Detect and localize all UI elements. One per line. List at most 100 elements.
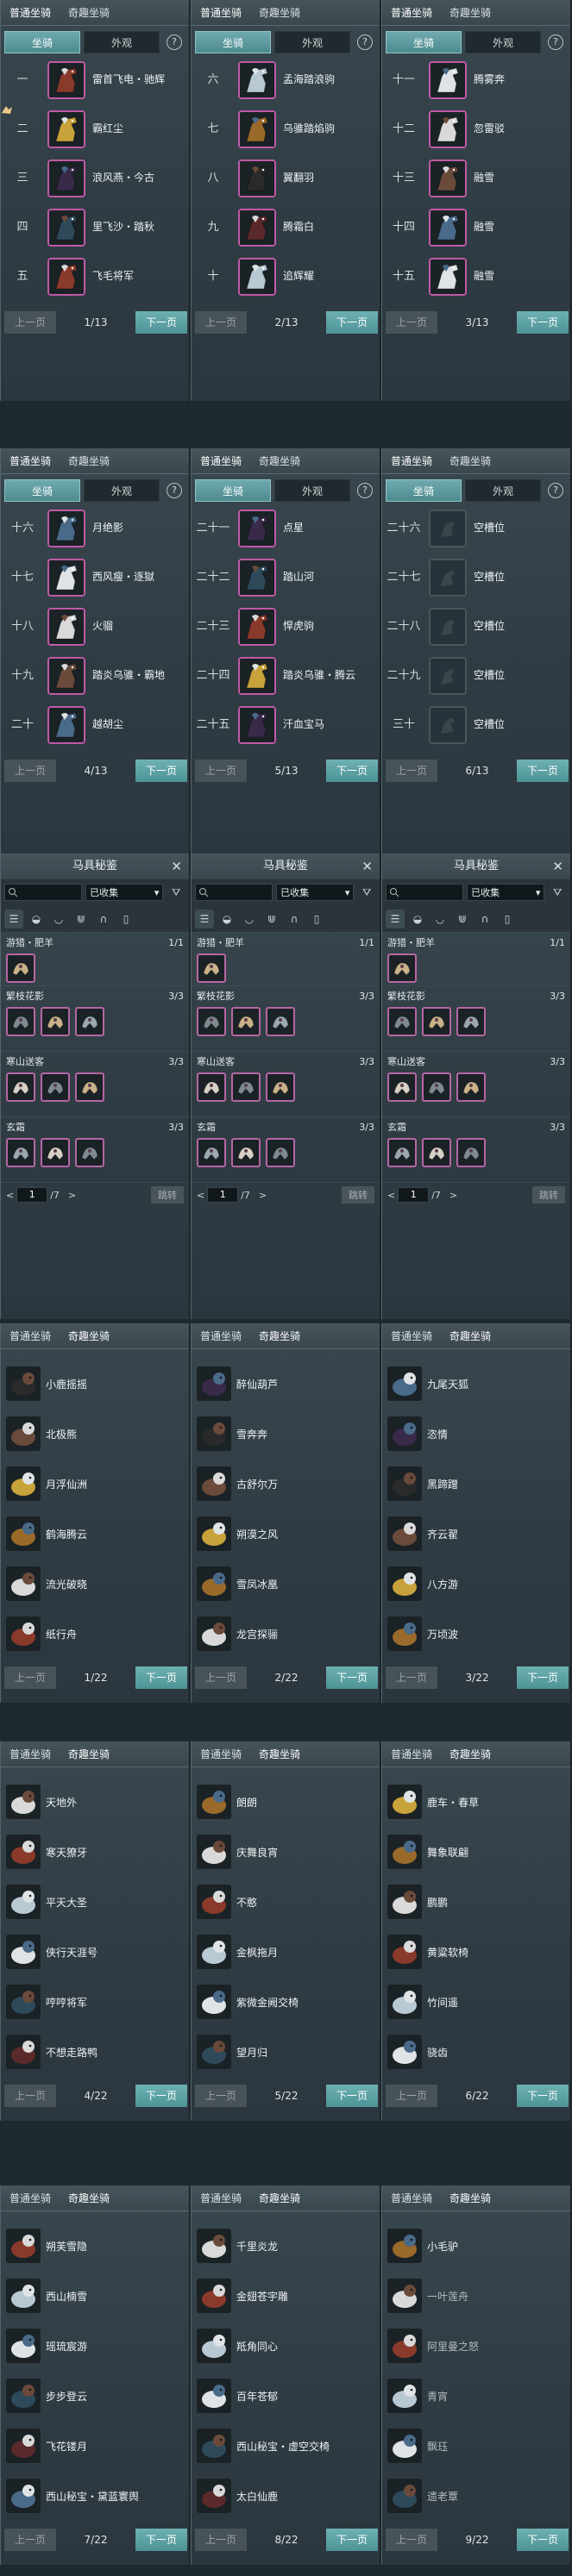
next-page-button[interactable]: 下一页 xyxy=(517,2085,569,2107)
tab-normal-mounts[interactable]: 普通坐骑 xyxy=(192,1741,250,1767)
equipment-icon[interactable] xyxy=(75,1007,104,1036)
special-mount-row[interactable]: 不想走路鸭 xyxy=(1,2028,189,2078)
prev-page-button[interactable]: 上一页 xyxy=(195,311,247,334)
tab-special-mounts[interactable]: 奇趣坐骑 xyxy=(441,1323,500,1349)
tab-special-mounts[interactable]: 奇趣坐骑 xyxy=(250,1741,309,1767)
special-mount-row[interactable]: 阿里曼之怒 xyxy=(382,2322,570,2372)
help-icon[interactable]: ? xyxy=(357,483,373,498)
equipment-icon[interactable] xyxy=(456,1007,486,1036)
equipment-icon[interactable] xyxy=(6,1138,35,1167)
special-mount-row[interactable]: 醉仙葫芦 xyxy=(192,1360,380,1410)
mount-slot-row[interactable]: 二十三 悍虎驹 xyxy=(192,602,380,651)
mount-slot-row[interactable]: 二霸红尘 xyxy=(1,104,189,153)
special-mount-row[interactable]: 金枫拖月 xyxy=(192,1928,380,1978)
special-mount-row[interactable]: 遗老覃 xyxy=(382,2472,570,2522)
mount-slot-row[interactable]: 六 孟海踏浪驹 xyxy=(192,55,380,104)
mount-slot-row[interactable]: 二十五 汗血宝马 xyxy=(192,700,380,749)
special-mount-row[interactable]: 步步登云 xyxy=(1,2372,189,2422)
next-arrow-icon[interactable]: > xyxy=(259,1190,267,1201)
horseshoe-icon[interactable]: ∩ xyxy=(475,910,494,928)
tab-normal-mounts[interactable]: 普通坐骑 xyxy=(1,2185,60,2211)
jump-button[interactable]: 跳转 xyxy=(151,1186,184,1204)
special-mount-row[interactable]: 黄粱软椅 xyxy=(382,1928,570,1978)
equipment-icon[interactable] xyxy=(41,1007,70,1036)
next-arrow-icon[interactable]: > xyxy=(68,1190,76,1201)
equipment-icon[interactable] xyxy=(422,1007,451,1036)
equipment-icon[interactable] xyxy=(75,1138,104,1167)
next-page-button[interactable]: 下一页 xyxy=(135,1666,187,1689)
help-icon[interactable]: ? xyxy=(357,34,373,50)
subtab-appearance[interactable]: 外观 xyxy=(84,479,160,502)
prev-page-button[interactable]: 上一页 xyxy=(195,2085,247,2107)
tab-normal-mounts[interactable]: 普通坐骑 xyxy=(192,448,250,474)
stirrup-icon[interactable]: ⋓ xyxy=(453,910,472,928)
tab-normal-mounts[interactable]: 普通坐骑 xyxy=(192,1323,250,1349)
special-mount-row[interactable]: 九尾天狐 xyxy=(382,1360,570,1410)
help-icon[interactable]: ? xyxy=(548,483,563,498)
mount-slot-row[interactable]: 一 雷首飞电・驰辉 xyxy=(1,55,189,104)
prev-page-button[interactable]: 上一页 xyxy=(386,1666,437,1689)
equipment-icon[interactable] xyxy=(6,1072,35,1102)
armor-icon[interactable]: ▯ xyxy=(307,910,326,928)
collected-filter-select[interactable]: 已收集 ▾ xyxy=(467,884,545,901)
saddle-icon[interactable]: ◒ xyxy=(217,910,236,928)
prev-arrow-icon[interactable]: < xyxy=(6,1190,14,1201)
equipment-icon[interactable] xyxy=(41,1072,70,1102)
prev-page-button[interactable]: 上一页 xyxy=(4,1666,56,1689)
prev-page-button[interactable]: 上一页 xyxy=(4,311,56,334)
close-icon[interactable]: ✕ xyxy=(361,853,373,879)
special-mount-row[interactable]: 八方游 xyxy=(382,1560,570,1610)
list-icon[interactable]: ☰ xyxy=(4,909,23,928)
bridle-icon[interactable]: ◡ xyxy=(49,910,68,928)
mount-slot-row[interactable]: 三十 空槽位 xyxy=(382,700,570,749)
mount-slot-row[interactable]: 二十七 空槽位 xyxy=(382,553,570,602)
special-mount-row[interactable]: 小毛驴 xyxy=(382,2222,570,2272)
prev-page-button[interactable]: 上一页 xyxy=(4,2529,56,2551)
special-mount-row[interactable]: 哼哼将军 xyxy=(1,1978,189,2028)
special-mount-row[interactable]: 望月归 xyxy=(192,2028,380,2078)
tab-special-mounts[interactable]: 奇趣坐骑 xyxy=(250,1323,309,1349)
special-mount-row[interactable]: 朗朗 xyxy=(192,1778,380,1828)
collected-filter-select[interactable]: 已收集 ▾ xyxy=(85,884,164,901)
special-mount-row[interactable]: 羝角同心 xyxy=(192,2322,380,2372)
equipment-icon[interactable] xyxy=(456,1138,486,1167)
tab-special-mounts[interactable]: 奇趣坐骑 xyxy=(60,448,118,474)
special-mount-row[interactable]: 西山秘宝・虚空交椅 xyxy=(192,2422,380,2472)
tab-normal-mounts[interactable]: 普通坐骑 xyxy=(1,1323,60,1349)
prev-page-button[interactable]: 上一页 xyxy=(386,760,437,782)
special-mount-row[interactable]: 朔芙雪隐 xyxy=(1,2222,189,2272)
page-input[interactable]: 1 xyxy=(207,1187,239,1203)
prev-page-button[interactable]: 上一页 xyxy=(386,2085,437,2107)
subtab-mount[interactable]: 坐骑 xyxy=(4,479,80,502)
next-page-button[interactable]: 下一页 xyxy=(135,2085,187,2107)
bridle-icon[interactable]: ◡ xyxy=(240,910,259,928)
mount-slot-row[interactable]: 三 浪风燕・今古 xyxy=(1,153,189,203)
page-input[interactable]: 1 xyxy=(16,1187,48,1203)
equipment-icon[interactable] xyxy=(422,1072,451,1102)
funnel-icon[interactable]: ⛛ xyxy=(167,883,185,902)
tab-normal-mounts[interactable]: 普通坐骑 xyxy=(382,1741,441,1767)
equipment-icon[interactable] xyxy=(197,1072,226,1102)
special-mount-row[interactable]: 鹤海腾云 xyxy=(1,1510,189,1560)
mount-slot-row[interactable]: 十四 融雪 xyxy=(382,203,570,252)
mount-slot-row[interactable]: 五 飞毛将军 xyxy=(1,252,189,301)
tab-normal-mounts[interactable]: 普通坐骑 xyxy=(382,0,441,26)
mount-slot-row[interactable]: 七 乌骓踏焰驹 xyxy=(192,104,380,153)
tab-special-mounts[interactable]: 奇趣坐骑 xyxy=(60,1741,118,1767)
next-page-button[interactable]: 下一页 xyxy=(517,1666,569,1689)
search-input[interactable] xyxy=(386,884,464,901)
special-mount-row[interactable]: 飞花镂月 xyxy=(1,2422,189,2472)
special-mount-row[interactable]: 北极熊 xyxy=(1,1410,189,1460)
tab-special-mounts[interactable]: 奇趣坐骑 xyxy=(441,0,500,26)
special-mount-row[interactable]: 流光破晓 xyxy=(1,1560,189,1610)
subtab-mount[interactable]: 坐骑 xyxy=(195,31,271,53)
mount-slot-row[interactable]: 十三 融雪 xyxy=(382,153,570,203)
tab-normal-mounts[interactable]: 普通坐骑 xyxy=(1,1741,60,1767)
special-mount-row[interactable]: 万顷波 xyxy=(382,1610,570,1660)
equipment-icon[interactable] xyxy=(387,1138,417,1167)
special-mount-row[interactable]: 百年苍郁 xyxy=(192,2372,380,2422)
special-mount-row[interactable]: 古舒尔万 xyxy=(192,1460,380,1510)
tab-special-mounts[interactable]: 奇趣坐骑 xyxy=(60,2185,118,2211)
special-mount-row[interactable]: 小鹿摇摇 xyxy=(1,1360,189,1410)
mount-slot-row[interactable]: 二十八 空槽位 xyxy=(382,602,570,651)
